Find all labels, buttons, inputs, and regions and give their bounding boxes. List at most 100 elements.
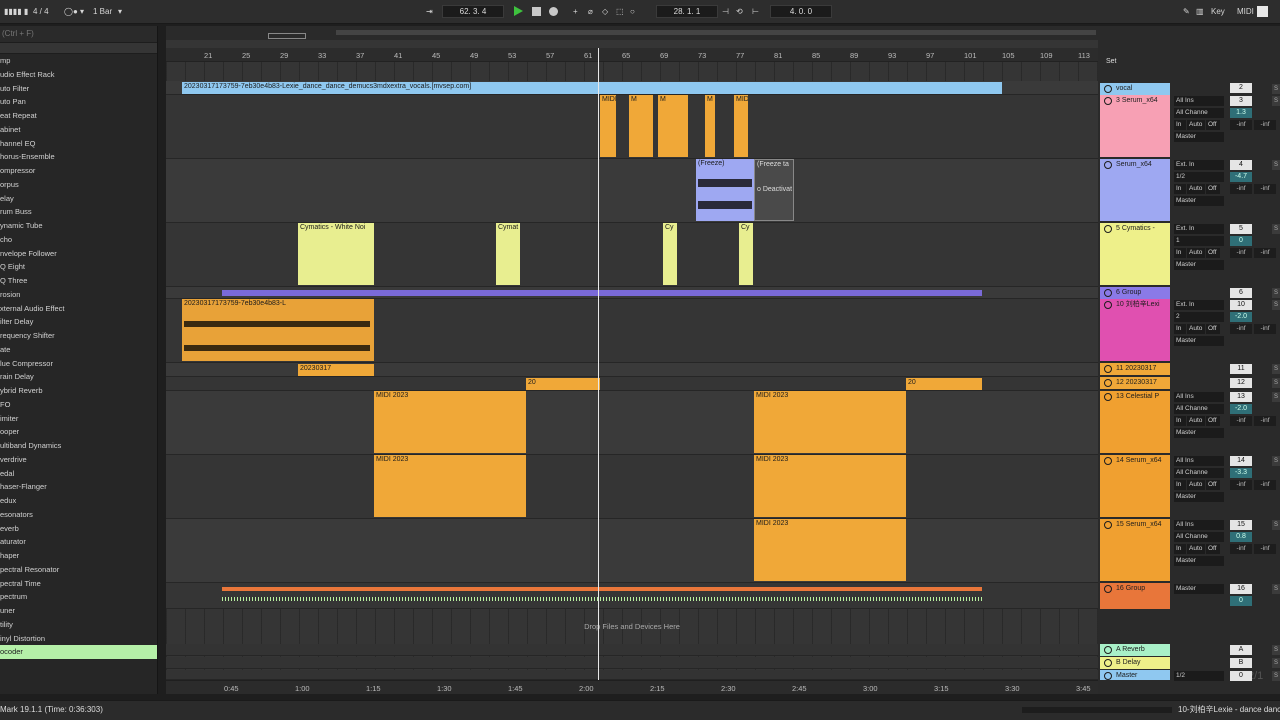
midi-clip[interactable]: MIDI 2023	[374, 391, 526, 453]
track-number[interactable]: 16	[1230, 584, 1252, 594]
input-type-select[interactable]: Ext. In	[1174, 160, 1224, 170]
browser-item[interactable]: ultiband Dynamics	[0, 439, 157, 453]
monitor-auto-button[interactable]: Auto	[1187, 184, 1205, 194]
track-number[interactable]: 12	[1230, 378, 1252, 388]
track-header[interactable]: 13 Celestial P	[1100, 391, 1170, 453]
track-activator-icon[interactable]	[1104, 659, 1112, 667]
track-header[interactable]: 11 20230317	[1100, 363, 1170, 375]
midi-map-button[interactable]: MIDI	[1237, 5, 1254, 18]
track-header[interactable]: Master	[1100, 670, 1170, 680]
input-type-select[interactable]: All Ins	[1174, 392, 1224, 402]
midi-clip[interactable]: MIDI	[600, 95, 616, 157]
loop-start-field[interactable]: 28. 1. 1	[656, 5, 718, 18]
solo-button[interactable]: S	[1272, 520, 1280, 530]
lane-b-delay[interactable]	[166, 657, 1098, 669]
browser-item[interactable]: elay	[0, 192, 157, 206]
track-header[interactable]: 5 Cymatics -	[1100, 223, 1170, 285]
track-volume[interactable]: -2.0	[1230, 312, 1252, 322]
track-number[interactable]: A	[1230, 645, 1252, 655]
monitor-in-button[interactable]: In	[1174, 248, 1186, 258]
session-record-icon[interactable]: ○	[630, 5, 635, 18]
overview-bar[interactable]	[166, 26, 1098, 40]
track-number[interactable]: 13	[1230, 392, 1252, 402]
monitor-off-button[interactable]: Off	[1206, 248, 1220, 258]
browser-item[interactable]: uto Filter	[0, 82, 157, 96]
quantize-chevron-icon[interactable]: ▾	[118, 5, 122, 18]
solo-button[interactable]: S	[1272, 392, 1280, 402]
browser-item[interactable]: nvelope Follower	[0, 247, 157, 261]
browser-item[interactable]: pectral Time	[0, 577, 157, 591]
lane-10-lexie[interactable]: 20230317173759-7eb30e4b83-L	[166, 299, 1098, 363]
monitor-in-button[interactable]: In	[1174, 416, 1186, 426]
browser-item[interactable]: ynamic Tube	[0, 219, 157, 233]
browser-item[interactable]: ocoder	[0, 645, 157, 659]
track-number[interactable]: B	[1230, 658, 1252, 668]
lane-5-cymatics[interactable]: Cymatics - White Noi Cymat Cy Cy	[166, 223, 1098, 287]
track-activator-icon[interactable]	[1104, 672, 1112, 680]
browser-item[interactable]: haper	[0, 549, 157, 563]
tap-icon[interactable]: ▮▮▮▮ ▮	[4, 5, 28, 18]
browser-item[interactable]: hannel EQ	[0, 137, 157, 151]
browser-item[interactable]: requency Shifter	[0, 329, 157, 343]
input-channel-select[interactable]: All Channe	[1174, 532, 1224, 542]
track-volume[interactable]: -2.0	[1230, 404, 1252, 414]
solo-button[interactable]: S	[1272, 288, 1280, 298]
metronome-icon[interactable]: ◯● ▾	[64, 5, 84, 18]
browser-item[interactable]: tility	[0, 618, 157, 632]
track-activator-icon[interactable]	[1104, 585, 1112, 593]
lane-3-serum[interactable]: MIDI M M M MIDI	[166, 95, 1098, 159]
output-select[interactable]: Master	[1174, 336, 1224, 346]
browser-item[interactable]: aturator	[0, 535, 157, 549]
solo-button[interactable]: S	[1272, 160, 1280, 170]
beat-ruler[interactable]: 21 25 29 33 37 41 45 49 53 57 61 65 69 73 77 81 85 89 93 97…	[166, 48, 1098, 62]
solo-button[interactable]: S	[1272, 84, 1280, 94]
lane-6-group[interactable]	[166, 287, 1098, 299]
key-map-icon[interactable]: ▥	[1196, 5, 1204, 18]
input-type-select[interactable]: All Ins	[1174, 96, 1224, 106]
stop-icon[interactable]	[532, 7, 541, 16]
browser-item[interactable]: cho	[0, 233, 157, 247]
track-activator-icon[interactable]	[1104, 521, 1112, 529]
track-header[interactable]: Serum_x64	[1100, 159, 1170, 221]
track-volume[interactable]: -4.7	[1230, 172, 1252, 182]
monitor-off-button[interactable]: Off	[1206, 544, 1220, 554]
track-activator-icon[interactable]	[1104, 379, 1112, 387]
midi-clip[interactable]: M	[705, 95, 715, 157]
lane-master[interactable]	[166, 670, 1098, 680]
output-select[interactable]: Master	[1174, 492, 1224, 502]
input-type-select[interactable]: Master	[1174, 584, 1224, 594]
monitor-off-button[interactable]: Off	[1206, 416, 1220, 426]
monitor-off-button[interactable]: Off	[1206, 120, 1220, 130]
input-channel-select[interactable]: All Channe	[1174, 108, 1224, 118]
midi-clip[interactable]: M	[658, 95, 688, 157]
browser-item[interactable]: udio Effect Rack	[0, 68, 157, 82]
overdub-icon[interactable]: +	[573, 5, 578, 18]
output-select[interactable]: Master	[1174, 132, 1224, 142]
lane-serum[interactable]: (Freeze) (Freeze ta o Deactivat	[166, 159, 1098, 223]
draw-mode-icon[interactable]: ✎	[1183, 5, 1190, 18]
monitor-in-button[interactable]: In	[1174, 120, 1186, 130]
monitor-in-button[interactable]: In	[1174, 544, 1186, 554]
browser-item[interactable]: horus-Ensemble	[0, 150, 157, 164]
track-number[interactable]: 6	[1230, 288, 1252, 298]
track-header[interactable]: vocal	[1100, 83, 1170, 95]
track-activator-icon[interactable]	[1104, 365, 1112, 373]
input-type-select[interactable]: Ext. In	[1174, 300, 1224, 310]
input-type-select[interactable]: All Ins	[1174, 520, 1224, 530]
monitor-auto-button[interactable]: Auto	[1187, 544, 1205, 554]
browser-item[interactable]: eat Repeat	[0, 109, 157, 123]
key-map-button[interactable]: Key	[1211, 5, 1225, 18]
track-header[interactable]: 15 Serum_x64	[1100, 519, 1170, 581]
browser-item[interactable]: uner	[0, 604, 157, 618]
browser-item[interactable]: pectral Resonator	[0, 563, 157, 577]
lane-12[interactable]: 20 20	[166, 377, 1098, 391]
browser-item[interactable]: ompressor	[0, 164, 157, 178]
browser-item[interactable]: edal	[0, 467, 157, 481]
loop-switch-icon[interactable]: ⟲	[736, 5, 743, 18]
browser-item[interactable]: Q Three	[0, 274, 157, 288]
solo-button[interactable]: S	[1272, 456, 1280, 466]
browser-item[interactable]: pectrum	[0, 590, 157, 604]
track-activator-icon[interactable]	[1104, 225, 1112, 233]
cymatics-clip[interactable]: Cy	[663, 223, 677, 285]
punch-out-icon[interactable]: ⊢	[752, 5, 759, 18]
